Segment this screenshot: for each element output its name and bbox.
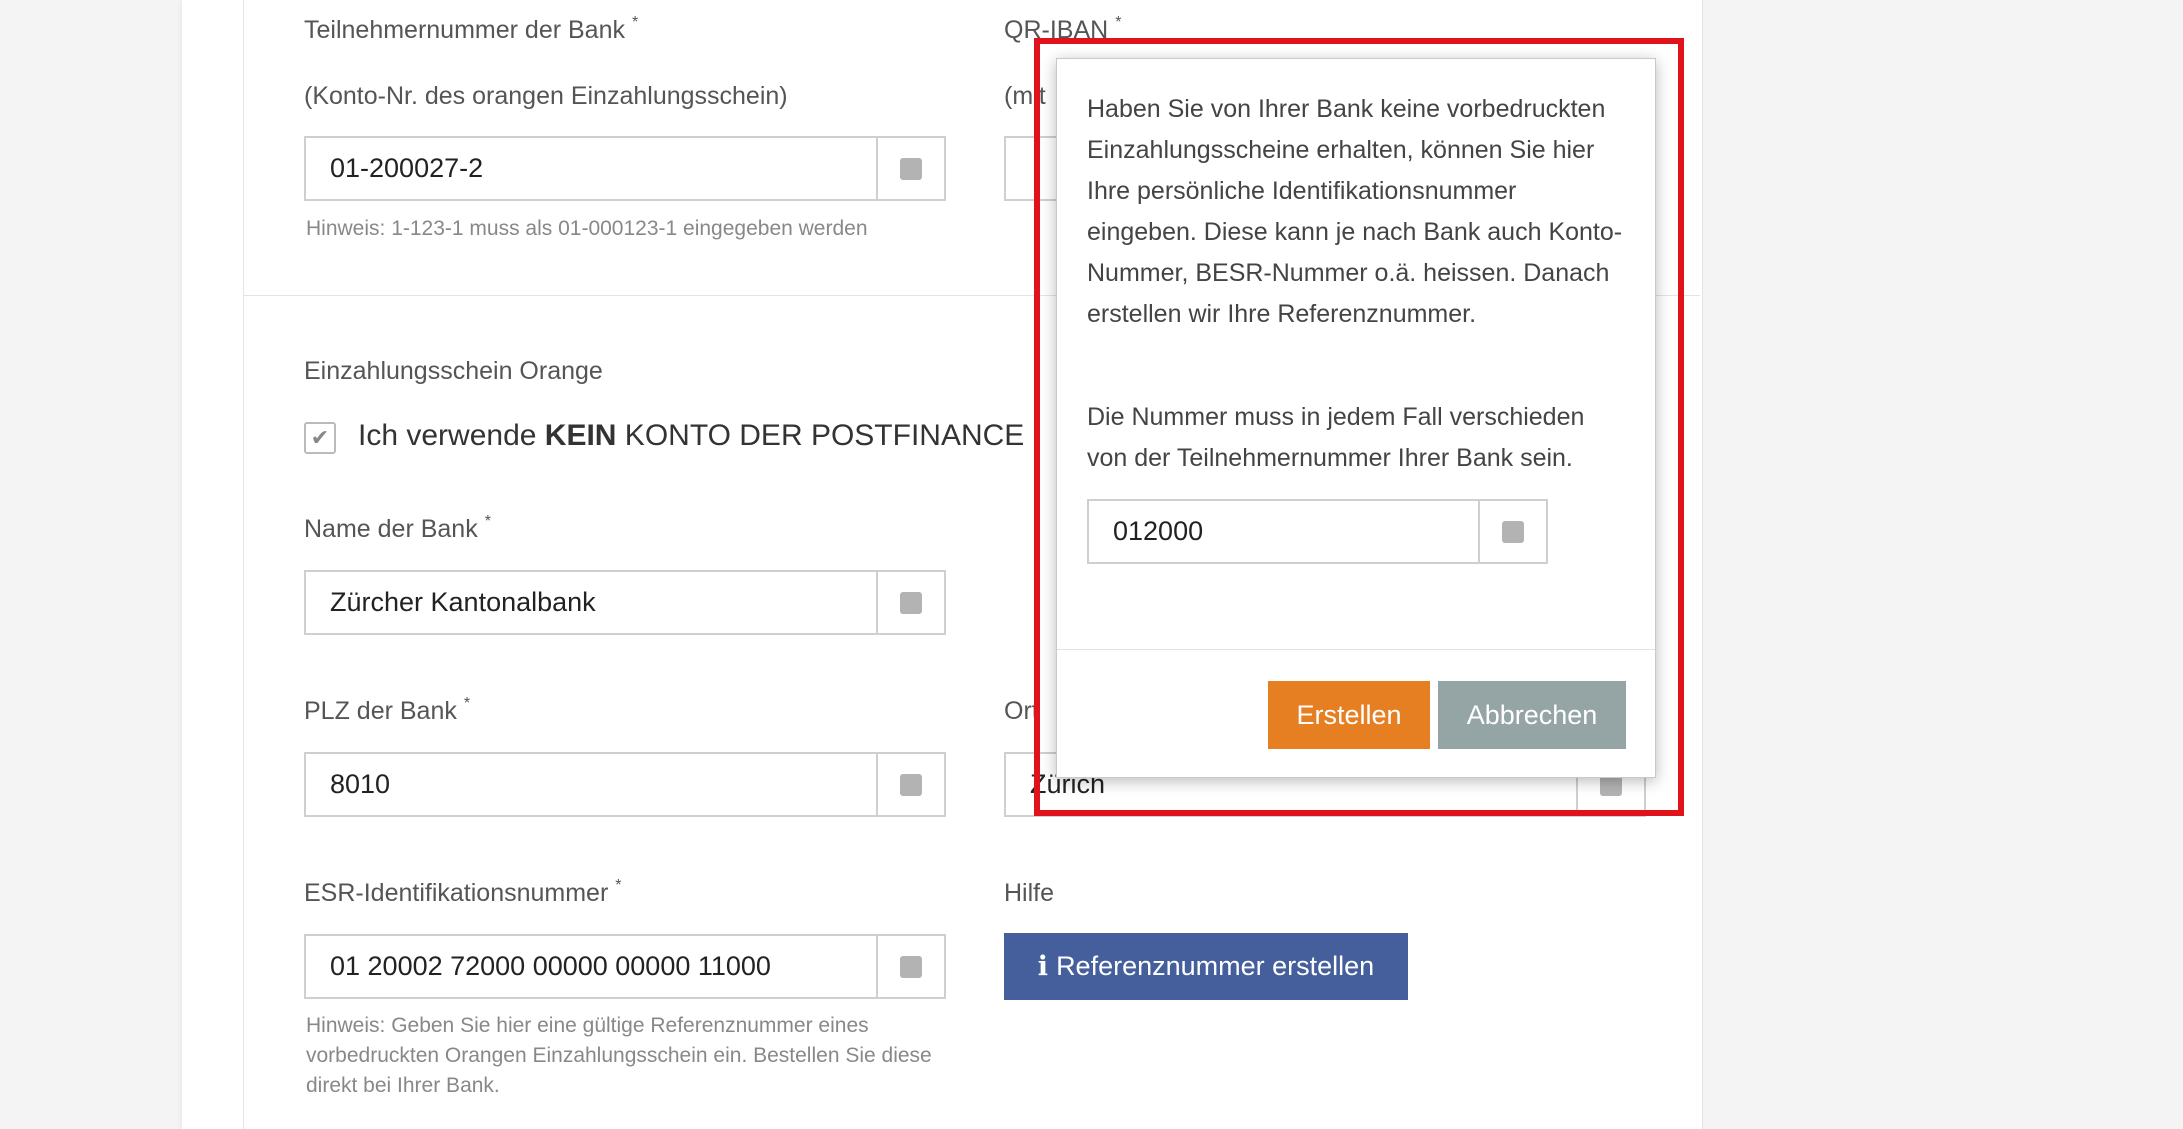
square-icon [900, 591, 922, 614]
bank-city-label: Ort [1004, 697, 1039, 725]
esr-id-hint: Hinweis: Geben Sie hier eine gültige Ref… [306, 1014, 932, 1097]
dialog-id-addon[interactable] [1478, 501, 1546, 562]
bank-name-addon[interactable] [876, 572, 944, 633]
dialog-footer-divider [1057, 649, 1655, 650]
dialog-note: Die Nummer muss in jedem Fall verschiede… [1087, 403, 1585, 472]
square-icon [1502, 520, 1524, 543]
cancel-button[interactable]: Abbrechen [1438, 681, 1626, 749]
esr-id-addon[interactable] [876, 936, 944, 997]
create-reference-button[interactable]: i Referenznummer erstellen [1004, 933, 1408, 1000]
bank-number-addon[interactable] [876, 138, 944, 199]
dialog-id-input[interactable]: 012000 [1087, 499, 1548, 564]
qr-iban-label: QR-IBAN * [1004, 14, 1122, 44]
bank-number-label: Teilnehmernummer der Bank * [304, 14, 639, 44]
qr-iban-sublabel: (mit [1004, 82, 1046, 110]
bank-zip-input[interactable]: 8010 [304, 752, 946, 817]
bank-name-input[interactable]: Zürcher Kantonalbank [304, 570, 946, 635]
reference-dialog: Haben Sie von Ihrer Bank keine vorbedruc… [1056, 58, 1656, 778]
square-icon [900, 773, 922, 796]
bank-number-input[interactable]: 01-200027-2 [304, 136, 946, 201]
dialog-description: Haben Sie von Ihrer Bank keine vorbedruc… [1087, 95, 1623, 328]
bank-zip-addon[interactable] [876, 754, 944, 815]
bank-name-label: Name der Bank * [304, 513, 491, 543]
bank-number-sublabel: (Konto-Nr. des orangen Einzahlungsschein… [304, 82, 788, 110]
no-postfinance-label[interactable]: Ich verwende KEIN KONTO DER POSTFINANCE [358, 419, 1024, 453]
bank-zip-label: PLZ der Bank * [304, 695, 471, 725]
bank-number-hint: Hinweis: 1-123-1 muss als 01-000123-1 ei… [306, 217, 868, 240]
square-icon [900, 955, 922, 978]
create-button[interactable]: Erstellen [1268, 681, 1430, 749]
no-postfinance-checkbox[interactable]: ✔ [304, 422, 336, 454]
info-icon: i [1037, 951, 1049, 982]
esr-id-input[interactable]: 01 20002 72000 00000 00000 11000 [304, 934, 946, 999]
help-label: Hilfe [1004, 879, 1055, 907]
esr-id-label: ESR-Identifikationsnummer * [304, 877, 622, 907]
section-title: Einzahlungsschein Orange [304, 357, 603, 385]
check-icon: ✔ [310, 425, 330, 450]
square-icon [900, 157, 922, 180]
